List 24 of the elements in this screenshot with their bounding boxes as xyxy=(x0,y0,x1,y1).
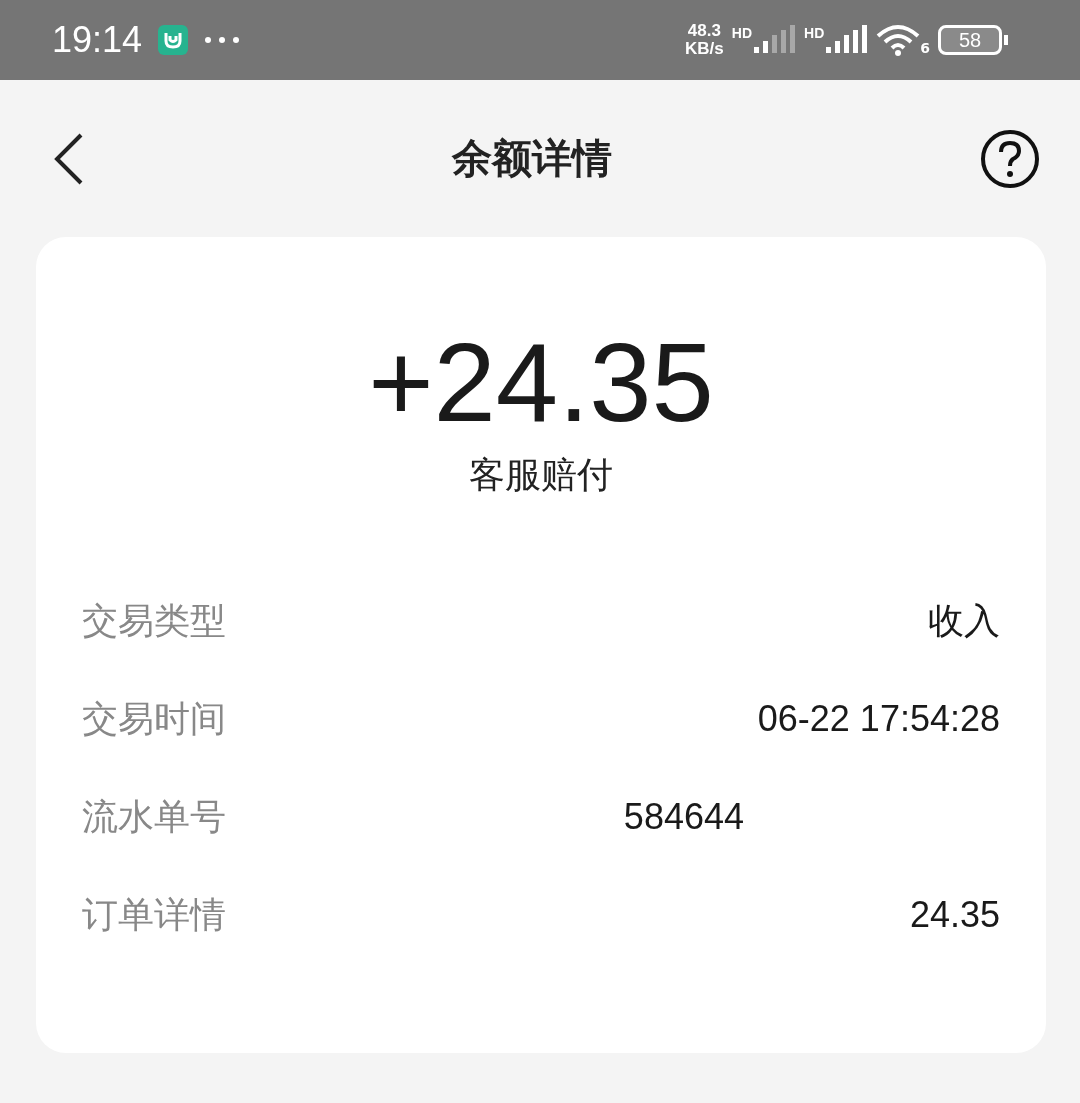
detail-value: 收入 xyxy=(928,598,1000,643)
battery-indicator: 58 xyxy=(938,25,1002,55)
detail-label: 订单详情 xyxy=(82,892,226,937)
help-icon[interactable] xyxy=(980,128,1040,189)
network-speed: 48.3 KB/s xyxy=(685,22,724,58)
app-notification-icon xyxy=(158,25,189,55)
amount: +24.35 xyxy=(368,323,714,443)
signal-icon xyxy=(826,25,869,55)
detail-value: 584644 xyxy=(623,796,744,838)
detail-label: 交易类型 xyxy=(82,598,226,643)
transaction-description: 客服赔付 xyxy=(469,453,613,497)
detail-value: 24.35 xyxy=(909,894,1000,936)
detail-value: 06-22 17:54:28 xyxy=(757,698,1000,740)
page-title: 余额详情 xyxy=(452,134,612,183)
back-icon[interactable] xyxy=(54,132,84,185)
hd-label: HD xyxy=(804,25,825,41)
signal-icon xyxy=(754,25,796,55)
detail-label: 交易时间 xyxy=(82,696,226,741)
hd-label: HD xyxy=(731,25,752,41)
wifi-icon xyxy=(876,24,921,56)
detail-label: 流水单号 xyxy=(82,794,226,839)
wifi-label: 6 xyxy=(920,40,930,56)
more-icon xyxy=(204,36,241,44)
status-time: 19:14 xyxy=(52,19,143,61)
